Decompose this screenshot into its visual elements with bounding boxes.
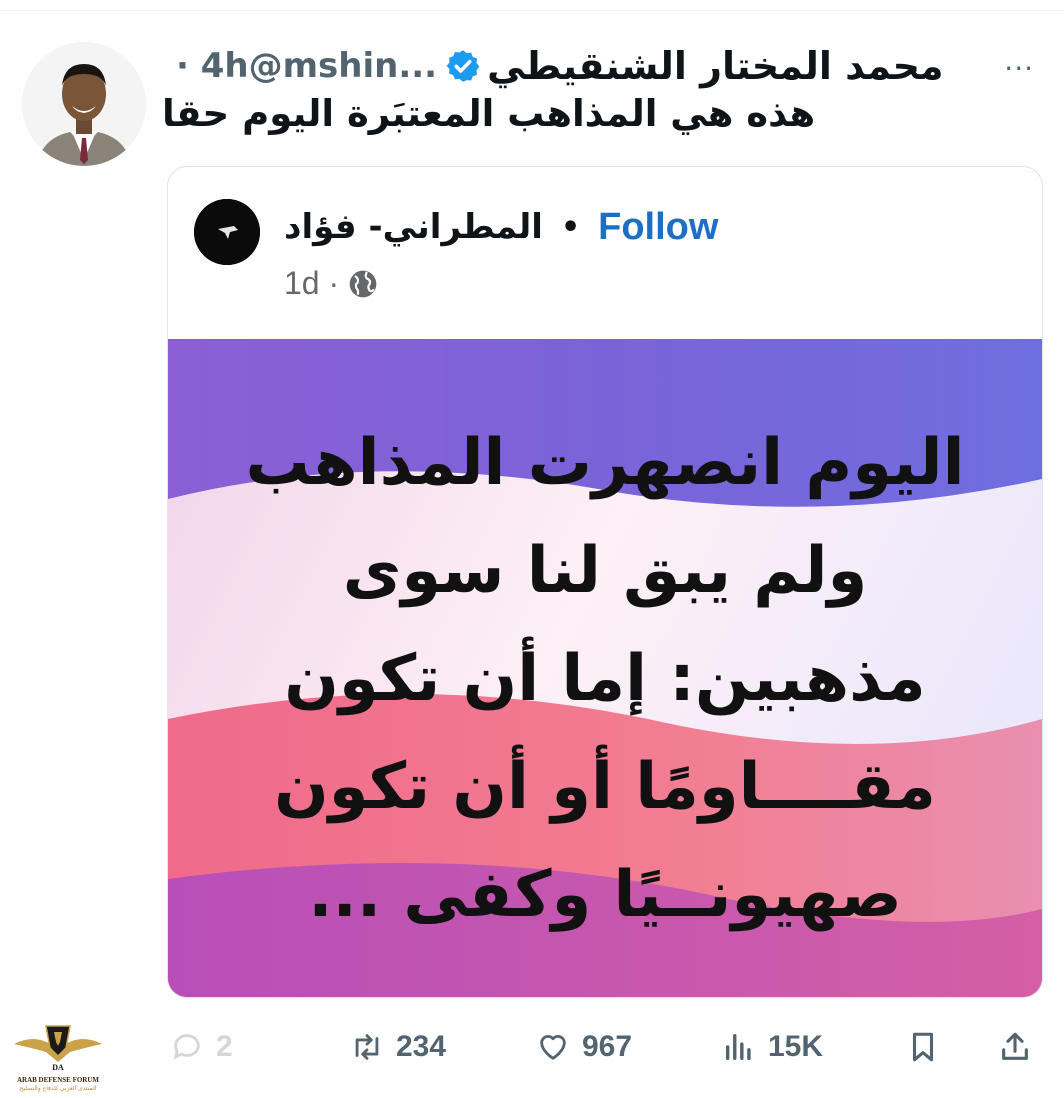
globe-icon (349, 270, 377, 297)
follow-button[interactable]: Follow (598, 206, 718, 249)
watermark-title: ARAB DEFENSE FORUM (16, 1076, 100, 1084)
avatar-image (22, 42, 146, 166)
more-options-icon[interactable]: ··· (1004, 52, 1034, 85)
image-caption-line: صهيونــيًا وكفى ... (308, 858, 902, 932)
quoted-author-row: المطراني- فؤاد • Follow (284, 203, 718, 251)
share-button[interactable] (998, 1020, 1032, 1074)
quoted-author-name[interactable]: المطراني- فؤاد (284, 207, 543, 247)
tweet-text: هذه هي المذاهب المعتبَرة اليوم حقا (162, 92, 1042, 135)
tweet-text-content: هذه هي المذاهب المعتبَرة اليوم حقا (162, 92, 816, 135)
views-count: 15K (768, 1030, 824, 1063)
handle[interactable]: @mshin... (249, 46, 437, 86)
bookmark-icon (912, 1032, 934, 1062)
bird-logo-icon (194, 199, 260, 265)
reply-count: 2 (216, 1030, 233, 1063)
quoted-author-avatar[interactable] (194, 199, 260, 265)
quoted-post-meta: 1d · (284, 265, 379, 302)
image-caption-line: مذهبين: إما أن تكون (284, 642, 926, 716)
retweet-button[interactable]: 234 (350, 1020, 446, 1074)
svg-text:DA: DA (52, 1063, 64, 1072)
verified-badge-icon (446, 50, 480, 82)
views-chart-icon (725, 1033, 751, 1061)
retweet-icon (355, 1034, 379, 1060)
separator-dot: • (560, 209, 581, 245)
image-caption: اليوم انصهرت المذاهب ولم يبق لنا سوى مذه… (208, 409, 1002, 949)
action-bar: 2 234 967 15K (0, 1020, 1064, 1074)
quoted-post-image[interactable]: اليوم انصهرت المذاهب ولم يبق لنا سوى مذه… (168, 339, 1042, 997)
share-icon (1002, 1032, 1028, 1060)
timestamp[interactable]: · 4h (176, 46, 249, 86)
reply-icon (173, 1034, 200, 1060)
watermark-subtitle: المنتدى العربي للدفاع والتسليح (19, 1085, 97, 1092)
image-caption-line: اليوم انصهرت المذاهب (245, 426, 965, 500)
display-name[interactable]: محمد المختار الشنقيطي (487, 44, 943, 88)
tweet-header: محمد المختار الشنقيطي @mshin... · 4h (168, 38, 1018, 94)
reply-button[interactable]: 2 (170, 1020, 233, 1074)
arab-defense-forum-watermark: DA ARAB DEFENSE FORUM المنتدى العربي للد… (8, 1018, 108, 1096)
top-divider (0, 10, 1064, 11)
heart-icon (540, 1035, 566, 1060)
retweet-count: 234 (396, 1030, 447, 1063)
like-count: 967 (582, 1030, 633, 1063)
image-caption-line: ولم يبق لنا سوى (342, 534, 868, 608)
image-caption-line: مقــــاومًا أو أن تكون (274, 750, 936, 824)
quoted-post-card[interactable]: المطراني- فؤاد • Follow 1d · اليوم انصهر… (167, 166, 1043, 998)
like-button[interactable]: 967 (536, 1020, 632, 1074)
eagle-emblem-icon: DA (14, 1025, 102, 1072)
views-button[interactable]: 15K (722, 1020, 823, 1074)
bookmark-button[interactable] (906, 1020, 940, 1074)
quoted-post-age: 1d · (284, 265, 340, 301)
avatar[interactable] (22, 42, 146, 166)
